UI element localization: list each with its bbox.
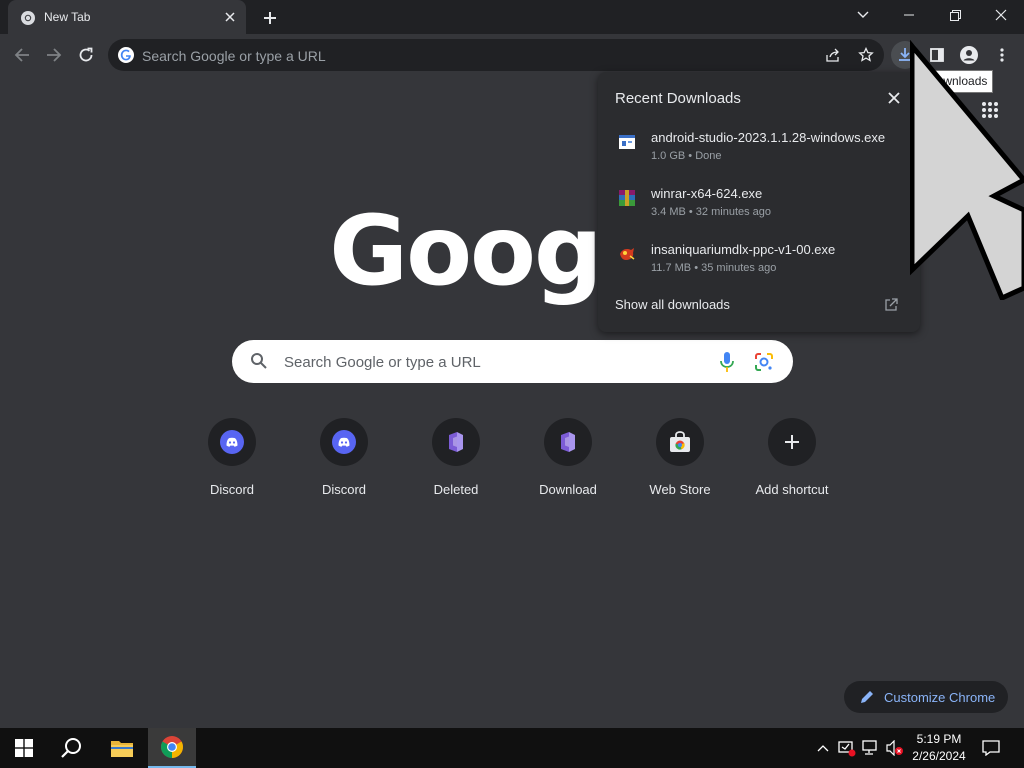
mouse-cursor-icon <box>910 40 1024 300</box>
downloads-bubble: Recent Downloads android-studio-2023.1.1… <box>598 72 920 332</box>
tab-new-tab[interactable]: New Tab <box>8 0 246 34</box>
tab-strip: New Tab <box>0 0 1024 34</box>
download-filename: winrar-x64-624.exe <box>651 186 763 201</box>
clock-date: 2/26/2024 <box>912 749 966 763</box>
restore-button[interactable] <box>932 0 978 30</box>
show-hidden-icons-chevron-icon[interactable] <box>814 739 832 757</box>
web-store-icon <box>670 431 690 452</box>
windows-logo-icon <box>15 739 33 757</box>
shortcut-deleted[interactable]: Deleted <box>400 418 512 508</box>
network-icon[interactable] <box>862 739 880 757</box>
open-in-new-icon[interactable] <box>884 298 898 312</box>
installer-icon <box>619 135 635 149</box>
purple-box-icon <box>449 432 463 452</box>
tab-title: New Tab <box>44 10 91 24</box>
start-button[interactable] <box>0 728 48 768</box>
taskbar-chrome-button[interactable] <box>148 728 196 768</box>
search-icon <box>61 738 81 758</box>
shortcut-web-store[interactable]: Web Store <box>624 418 736 508</box>
google-lens-icon[interactable] <box>754 352 774 372</box>
file-explorer-button[interactable] <box>98 728 146 768</box>
download-item[interactable]: insaniquariumdlx-ppc-v1-00.exe 11.7 MB •… <box>598 240 920 290</box>
shortcut-tile <box>768 418 816 466</box>
reload-button[interactable] <box>72 41 100 69</box>
discord-icon <box>220 430 244 454</box>
shortcut-tile <box>544 418 592 466</box>
clock-time: 5:19 PM <box>916 732 962 746</box>
folder-icon <box>111 741 133 757</box>
winrar-icon <box>619 190 635 206</box>
shortcuts-grid: Discord Discord Deleted Download Web Sto… <box>176 418 848 508</box>
shortcut-label: Web Store <box>649 482 711 497</box>
shortcut-tile <box>320 418 368 466</box>
downloads-bubble-title: Recent Downloads <box>615 90 741 107</box>
customize-chrome-label: Customize Chrome <box>884 689 996 705</box>
customize-chrome-button[interactable]: Customize Chrome <box>844 681 1008 713</box>
tab-close-icon[interactable] <box>220 7 240 27</box>
game-icon <box>620 248 635 260</box>
download-item[interactable]: winrar-x64-624.exe 3.4 MB • 32 minutes a… <box>598 184 920 234</box>
shortcut-label: Discord <box>209 482 255 497</box>
download-meta: 3.4 MB • 32 minutes ago <box>651 206 772 218</box>
shortcut-add[interactable]: Add shortcut <box>736 418 848 508</box>
shortcut-label: Download <box>539 482 597 497</box>
notifications-icon[interactable] <box>982 739 1000 757</box>
windows-taskbar: 5:19 PM 2/26/2024 <box>0 728 1024 768</box>
close-icon[interactable] <box>886 90 902 106</box>
shortcut-discord-2[interactable]: Discord <box>288 418 400 508</box>
omnibox[interactable]: Search Google or type a URL <box>108 39 884 71</box>
toolbar: Search Google or type a URL <box>0 34 1024 76</box>
taskbar-clock[interactable]: 5:19 PM 2/26/2024 <box>902 731 976 765</box>
download-filename: insaniquariumdlx-ppc-v1-00.exe <box>651 242 836 257</box>
share-icon[interactable] <box>821 43 845 67</box>
chrome-icon <box>21 11 35 25</box>
bookmark-star-icon[interactable] <box>854 43 878 67</box>
search-icon <box>251 353 267 369</box>
shortcut-discord[interactable]: Discord <box>176 418 288 508</box>
close-window-button[interactable] <box>978 0 1024 30</box>
chrome-icon <box>161 736 183 758</box>
download-item[interactable]: android-studio-2023.1.1.28-windows.exe 1… <box>598 128 920 178</box>
voice-search-icon[interactable] <box>717 351 737 373</box>
download-filename: android-studio-2023.1.1.28-windows.exe <box>651 130 886 145</box>
ntp-search-placeholder: Search Google or type a URL <box>284 354 481 371</box>
download-meta: 1.0 GB • Done <box>651 150 722 162</box>
minimize-button[interactable] <box>886 0 932 30</box>
purple-box-icon <box>561 432 575 452</box>
shortcut-label: Discord <box>321 482 367 497</box>
shortcut-tile <box>208 418 256 466</box>
pencil-icon <box>861 691 873 703</box>
security-tray-icon[interactable] <box>838 739 856 757</box>
omnibox-placeholder: Search Google or type a URL <box>142 48 326 64</box>
show-all-downloads-link[interactable]: Show all downloads <box>615 297 730 312</box>
google-g-icon <box>118 47 134 63</box>
forward-button[interactable] <box>40 41 68 69</box>
tab-search-chevron-icon[interactable] <box>840 0 886 30</box>
shortcut-label: Add shortcut <box>755 482 829 497</box>
discord-icon <box>332 430 356 454</box>
plus-icon <box>785 435 799 449</box>
shortcut-download[interactable]: Download <box>512 418 624 508</box>
download-meta: 11.7 MB • 35 minutes ago <box>651 262 777 274</box>
shortcut-tile <box>656 418 704 466</box>
new-tab-button[interactable] <box>258 6 282 30</box>
ntp-search-box[interactable]: Search Google or type a URL <box>232 340 793 383</box>
shortcut-tile <box>432 418 480 466</box>
shortcut-label: Deleted <box>433 482 479 497</box>
taskbar-search-button[interactable] <box>48 728 96 768</box>
back-button[interactable] <box>8 41 36 69</box>
